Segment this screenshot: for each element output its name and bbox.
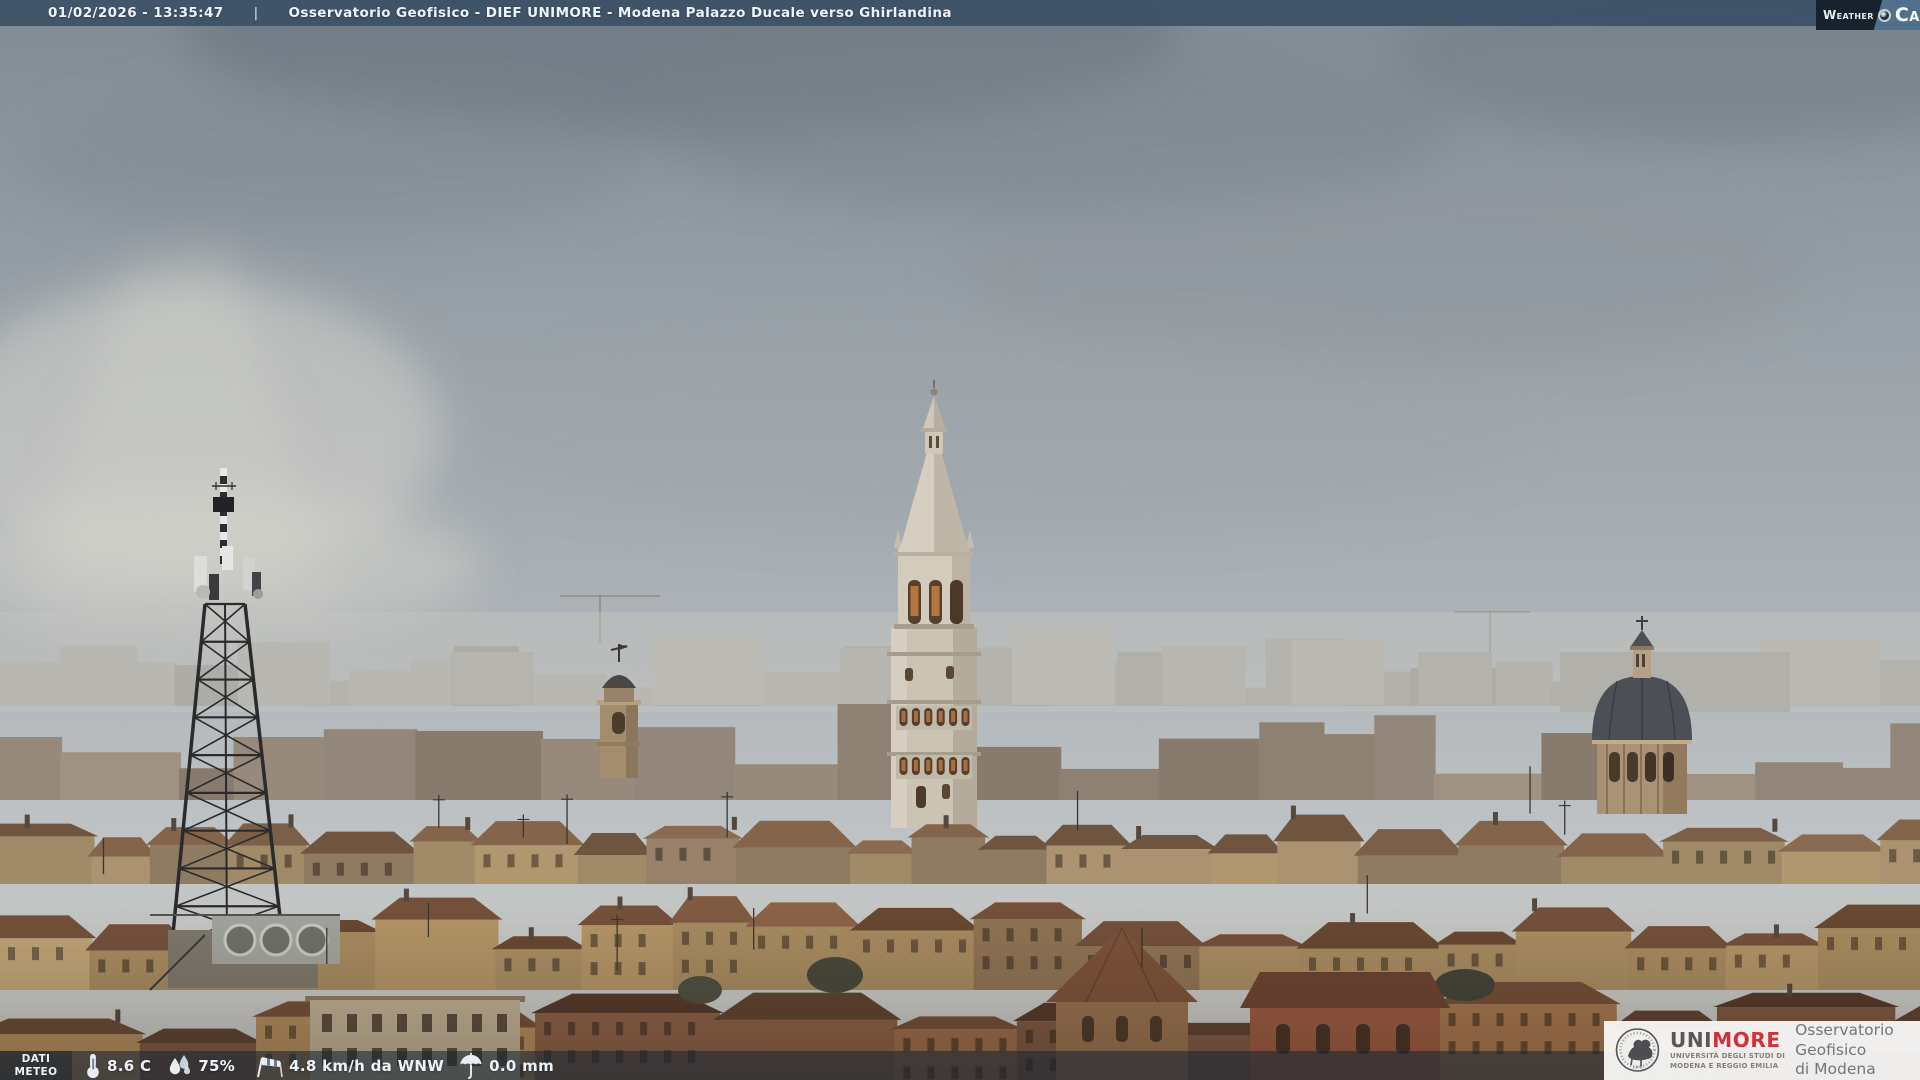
- webcam-viewer: 01/02/2026 - 13:35:47 | Osservatorio Geo…: [0, 0, 1920, 1080]
- rain-value: 0.0 mm: [489, 1056, 554, 1075]
- rain-reading: 0.0 mm: [458, 1052, 554, 1079]
- weathercam-weather-text: Weather: [1823, 8, 1874, 22]
- windsock-icon: [257, 1056, 283, 1077]
- unimore-wordmark: UNIMORE UNIVERSITÀ DEGLI STUDI DI MODENA…: [1670, 1030, 1785, 1070]
- wind-reading: 4.8 km/h da WNW: [254, 1053, 444, 1079]
- webcam-photo: [0, 0, 1920, 1080]
- observatory-name: Osservatorio Geofisico di Modena: [1795, 1021, 1894, 1079]
- wind-value: 4.8 km/h da WNW: [289, 1056, 445, 1075]
- unimore-subtitle: UNIVERSITÀ DEGLI STUDI DI MODENA E REGGI…: [1670, 1052, 1786, 1070]
- header-separator: |: [253, 5, 259, 21]
- humidity-value: 75%: [198, 1056, 236, 1075]
- camera-title: Osservatorio Geofisico - DIEF UNIMORE - …: [288, 5, 952, 21]
- header-bar: 01/02/2026 - 13:35:47 | Osservatorio Geo…: [0, 0, 1920, 26]
- svg-text:1175: 1175: [1632, 1064, 1643, 1069]
- unimore-logo-box: 1175 UNIMORE UNIVERSITÀ DEGLI STUDI DI M…: [1604, 1021, 1920, 1080]
- humidity-reading: 75%: [167, 1053, 235, 1079]
- temperature-reading: 8.6 C: [82, 1052, 151, 1079]
- unimore-seal-icon: 1175: [1615, 1027, 1660, 1072]
- weathercam-logo: Weather Cam: [1816, 0, 1920, 30]
- thermometer-icon: [87, 1053, 99, 1079]
- temperature-value: 8.6 C: [107, 1056, 152, 1075]
- timestamp: 01/02/2026 - 13:35:47: [48, 5, 224, 21]
- camera-lens-icon: [1877, 8, 1891, 22]
- umbrella-icon: [460, 1052, 482, 1079]
- meteo-label: DATI METEO: [0, 1051, 72, 1080]
- humidity-icon: [170, 1054, 191, 1074]
- unimore-name: UNIMORE: [1670, 1028, 1781, 1053]
- weathercam-cam-text: Cam: [1894, 3, 1920, 26]
